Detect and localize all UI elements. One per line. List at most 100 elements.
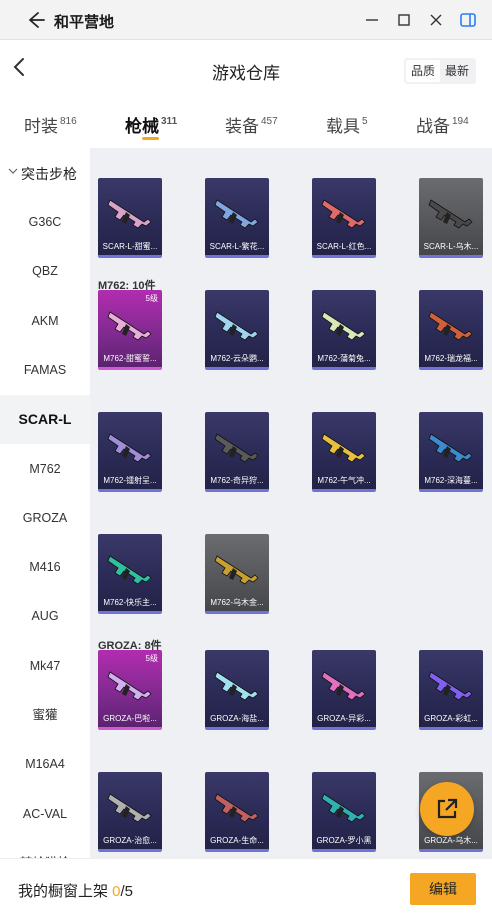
weapon-card-name: GROZA-海盐... [210,714,264,723]
weapon-card-name: GROZA-巴啦... [103,714,157,723]
rifle-icon [321,793,366,823]
showcase-bar: 我的橱窗上架 0/5 编辑 [0,858,492,916]
rifle-icon [214,793,259,823]
rifle-icon [214,311,259,341]
weapon-card[interactable]: SCAR-L-红色... [312,178,376,258]
weapon-card[interactable]: M762-乌木金... [205,534,269,614]
back-arrow-icon[interactable] [24,9,46,31]
sidebar-group-assault-rifles[interactable]: 突击步枪 [0,160,90,186]
weapon-card-name: SCAR-L-甜蜜... [102,242,158,251]
weapon-card[interactable]: M762-蒲菊兔... [312,290,376,370]
sidebar-item-mk47[interactable]: Mk47 [0,642,90,691]
sidebar-item--[interactable]: 蜜獾 [0,691,90,740]
weapon-card-name: M762-深海蔓... [424,476,478,485]
sidebar-item-akm[interactable]: AKM [0,297,90,346]
weapon-card-name: SCAR-L-繁花... [209,242,265,251]
sort-by-quality[interactable]: 品质 [406,60,440,82]
showcase-status: 我的橱窗上架 0/5 [18,883,134,900]
sidebar-item-groza[interactable]: GROZA [0,494,90,543]
sidebar-item-m16a4[interactable]: M16A4 [0,740,90,789]
rifle-icon [107,433,152,463]
tab-fashion[interactable]: 时装 816 [24,112,77,137]
weapon-card[interactable]: M762-午气冲... [312,412,376,492]
rifle-icon [107,671,152,701]
weapon-card[interactable]: 5级 M762-甜蜜誓... [98,290,162,370]
share-fab-button[interactable] [420,782,474,836]
sidebar-item-m762[interactable]: M762 [0,445,90,494]
weapon-card[interactable]: M762-深海蔓... [419,412,483,492]
weapon-card[interactable]: M762-瑞龙福... [419,290,483,370]
weapon-card[interactable]: M762-奇异狩... [205,412,269,492]
weapon-card[interactable]: GROZA-治愈... [98,772,162,852]
weapon-card-name: SCAR-L-红色... [316,242,372,251]
weapon-card[interactable]: M762-镭射呈... [98,412,162,492]
weapon-card-name: GROZA-治愈... [103,836,157,845]
rifle-icon [107,199,152,229]
weapon-card[interactable]: GROZA-罗小黑 [312,772,376,852]
rifle-icon [428,311,473,341]
category-tabs: 时装 816 枪械 311 装备 457 载具 5 战备 194 [0,96,492,148]
rifle-icon [321,311,366,341]
close-icon[interactable] [426,10,446,30]
weapon-card-name: M762-甜蜜誓... [103,354,157,363]
weapon-card-name: M762-瑞龙福... [424,354,478,363]
minimize-icon[interactable] [362,10,382,30]
rifle-icon [214,555,259,585]
weapon-card-name: GROZA-生命... [210,836,264,845]
weapon-card[interactable]: M762-快乐主... [98,534,162,614]
weapon-card[interactable]: M762-云朵鹦... [205,290,269,370]
weapon-card-name: GROZA-罗小黑 [316,836,372,845]
sidebar-item-m416[interactable]: M416 [0,543,90,592]
sort-by-latest[interactable]: 最新 [440,60,474,82]
sidebar-item-ac-val[interactable]: AC-VAL [0,790,90,839]
active-tab-indicator [142,137,159,140]
page-header: 游戏仓库 品质 最新 [0,40,492,96]
edit-button[interactable]: 编辑 [410,873,476,905]
weapon-card[interactable]: 5级 GROZA-巴啦... [98,650,162,730]
app-title: 和平营地 [54,14,115,31]
sidebar-item-famas[interactable]: FAMAS [0,346,90,395]
rifle-icon [321,671,366,701]
sidebar-item-scar-l[interactable]: SCAR-L [0,395,90,445]
chevron-down-icon [8,168,18,174]
weapon-card[interactable]: GROZA-异彩... [312,650,376,730]
rifle-icon [214,199,259,229]
rifle-icon [214,671,259,701]
weapon-card-name: M762-镭射呈... [103,476,157,485]
weapon-card-name: GROZA-异彩... [317,714,371,723]
sidebar-item-g36c[interactable]: G36C [0,198,90,247]
sidebar-item-qbz[interactable]: QBZ [0,247,90,296]
sidebar-item-aug[interactable]: AUG [0,592,90,641]
weapon-card-name: GROZA-乌木... [424,836,478,845]
weapon-card-name: GROZA-彩虹... [424,714,478,723]
weapon-card[interactable]: SCAR-L-乌木... [419,178,483,258]
weapon-grid: SCAR-L-甜蜜... SCAR-L-繁花... SCAR-L-红色... SCAR… [90,148,492,858]
rifle-icon [107,793,152,823]
rifle-icon [428,433,473,463]
rifle-icon [321,433,366,463]
tab-supplies[interactable]: 战备 194 [416,112,469,137]
tab-weapons[interactable]: 枪械 311 [125,112,177,137]
rifle-icon [107,311,152,341]
rifle-icon [321,199,366,229]
rifle-icon [107,555,152,585]
weapon-card-name: M762-午气冲... [317,476,371,485]
external-link-icon [437,798,458,819]
weapon-card[interactable]: SCAR-L-繁花... [205,178,269,258]
weapon-card-name: M762-快乐主... [103,598,157,607]
weapon-card[interactable]: GROZA-彩虹... [419,650,483,730]
weapon-card-name: M762-奇异狩... [210,476,264,485]
level-badge: 5级 [145,294,158,303]
weapon-card[interactable]: GROZA-海盐... [205,650,269,730]
weapon-card-name: M762-云朵鹦... [210,354,264,363]
sidebar-toggle-icon[interactable] [458,10,478,30]
rifle-icon [428,199,473,229]
tab-equipment[interactable]: 装备 457 [225,112,278,137]
tab-vehicles[interactable]: 载具 5 [326,112,368,137]
weapon-type-sidebar: 突击步枪 G36C QBZ AKM FAMAS SCAR-L M762 GROZA M416 A… [0,148,90,858]
weapon-card[interactable]: SCAR-L-甜蜜... [98,178,162,258]
sidebar-item--[interactable]: 转轮猎枪 [0,839,90,858]
maximize-icon[interactable] [394,10,414,30]
level-badge: 5级 [145,654,158,663]
weapon-card[interactable]: GROZA-生命... [205,772,269,852]
